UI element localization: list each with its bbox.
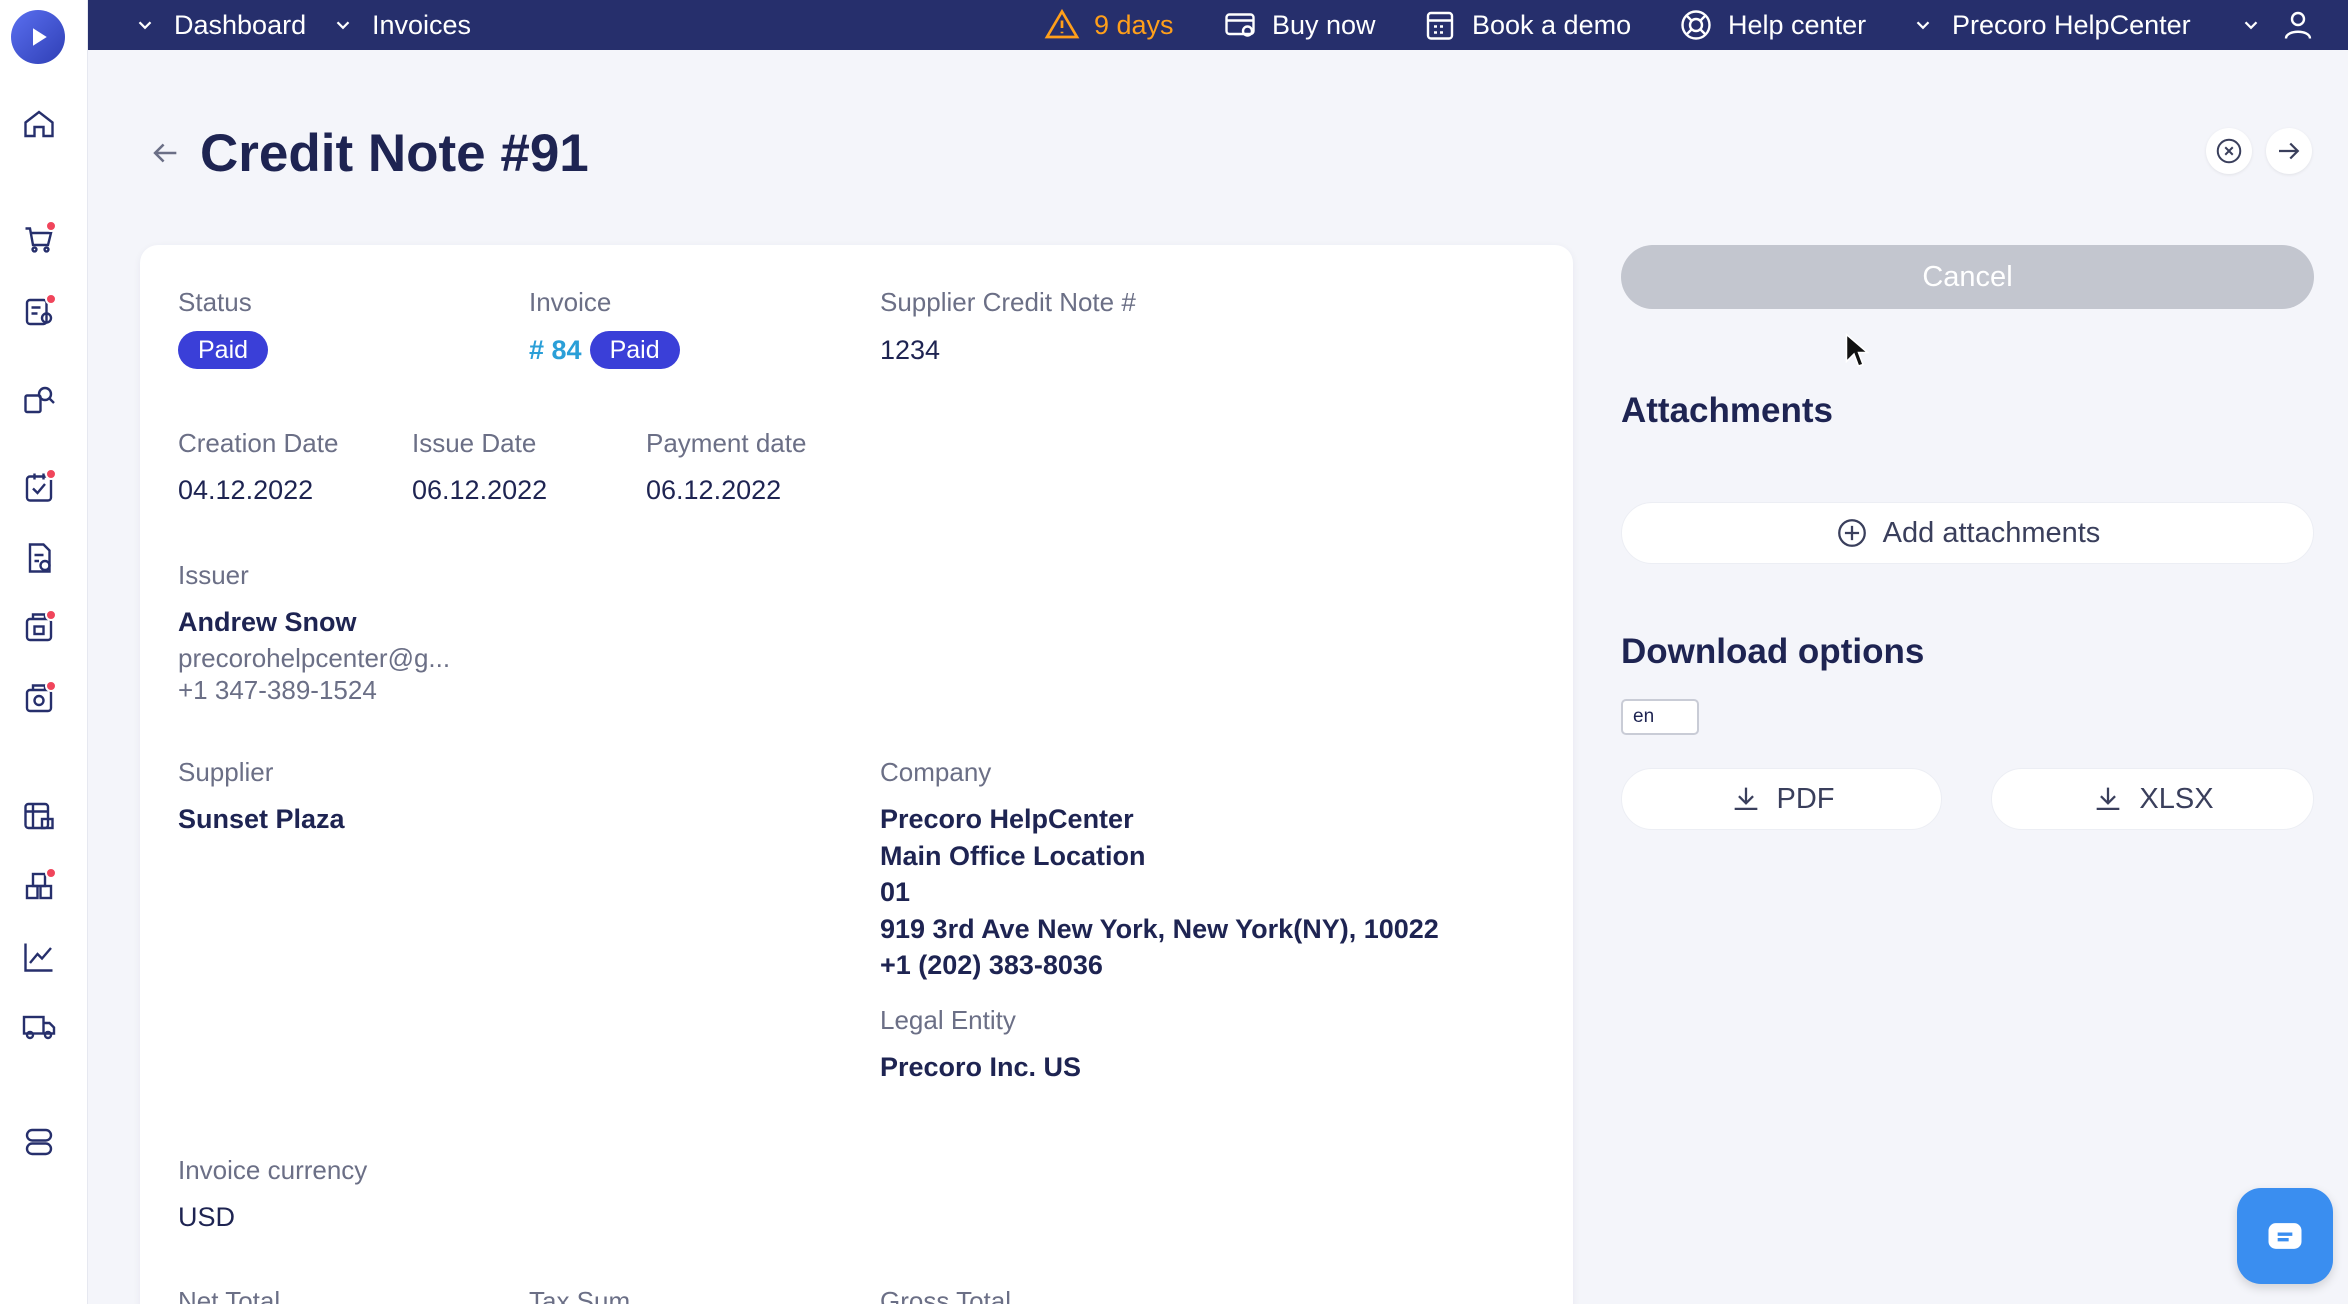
creation-date-value: 04.12.2022 xyxy=(178,475,314,505)
next-button[interactable] xyxy=(2266,128,2312,174)
download-icon xyxy=(1734,787,1757,811)
invoice-currency-label: Invoice currency xyxy=(178,1155,368,1185)
dashboard-menu[interactable]: Dashboard xyxy=(134,0,306,50)
gross-total-label: Gross Total xyxy=(880,1286,1012,1304)
chevron-down-icon xyxy=(138,21,152,30)
issuer-label: Issuer xyxy=(178,560,249,590)
receipts-icon[interactable] xyxy=(19,538,59,578)
precoro-logo[interactable] xyxy=(11,10,65,64)
net-total-label: Net Total xyxy=(178,1286,281,1304)
book-demo-button[interactable]: Book a demo xyxy=(1422,0,1631,50)
invoices-label: Invoices xyxy=(372,9,472,40)
help-center-label: Help center xyxy=(1728,9,1867,40)
inventory-icon[interactable] xyxy=(19,866,59,906)
analytics-icon[interactable] xyxy=(19,937,59,977)
company-location: Main Office Location xyxy=(880,841,1146,871)
pdf-label: PDF xyxy=(1776,782,1835,815)
dashboard-label: Dashboard xyxy=(174,9,307,40)
payments-icon[interactable] xyxy=(19,679,59,719)
legal-entity-label: Legal Entity xyxy=(880,1005,1016,1035)
page-header: Credit Note #91 xyxy=(148,118,589,188)
lifebuoy-icon xyxy=(1681,10,1711,40)
invoice-status-badge: Paid xyxy=(589,331,680,369)
buy-now-button[interactable]: Buy now xyxy=(1222,0,1376,50)
issue-date-label: Issue Date xyxy=(412,428,537,458)
supplier-credit-note-label: Supplier Credit Note # xyxy=(880,287,1136,317)
invoice-link[interactable]: # 84 xyxy=(529,335,582,366)
close-circle-icon xyxy=(2216,138,2242,164)
sidebar xyxy=(0,0,88,1304)
issuer-phone: +1 347-389-1524 xyxy=(178,675,377,705)
home-icon[interactable] xyxy=(19,104,59,144)
company-label: Company xyxy=(880,757,992,787)
payment-date-label: Payment date xyxy=(646,428,807,458)
user-icon xyxy=(2284,11,2312,39)
credit-note-details-card: Status Paid Invoice # 84 Paid Supplier C… xyxy=(140,245,1573,1304)
add-attachments-button[interactable]: Add attachments xyxy=(1621,502,2314,564)
language-select[interactable]: en xyxy=(1621,699,1699,735)
calendar-icon xyxy=(1426,11,1454,40)
xlsx-label: XLSX xyxy=(2139,782,2214,815)
integrations-icon[interactable] xyxy=(19,1122,59,1162)
budgets-icon[interactable] xyxy=(19,796,59,836)
tax-sum-label: Tax Sum xyxy=(529,1286,631,1304)
plus-circle-icon xyxy=(1837,519,1866,547)
suppliers-icon[interactable] xyxy=(19,380,59,420)
download-pdf-button[interactable]: PDF xyxy=(1621,768,1942,830)
issuer-name: Andrew Snow xyxy=(178,607,357,637)
trial-days-label: 9 days xyxy=(1094,9,1174,40)
buy-now-label: Buy now xyxy=(1272,9,1376,40)
supplier-label: Supplier xyxy=(178,757,274,787)
invoice-label: Invoice xyxy=(529,287,612,317)
status-badge: Paid xyxy=(178,331,269,369)
chevron-down-icon xyxy=(336,21,350,30)
company-label: Precoro HelpCenter xyxy=(1952,9,2191,40)
page-title: Credit Note #91 xyxy=(200,123,589,183)
chat-icon xyxy=(2268,1223,2302,1249)
company-location-code: 01 xyxy=(880,877,911,907)
approvals-icon[interactable] xyxy=(19,292,59,332)
invoices-menu[interactable]: Invoices xyxy=(332,0,471,50)
legal-entity-value: Precoro Inc. US xyxy=(880,1052,1082,1082)
user-menu[interactable] xyxy=(2240,0,2330,50)
warning-icon xyxy=(1044,8,1080,39)
mouse-cursor-icon xyxy=(1845,333,1869,367)
creation-date-label: Creation Date xyxy=(178,428,339,458)
invoices-icon[interactable] xyxy=(19,608,59,648)
trial-days-indicator[interactable]: 9 days xyxy=(1044,0,1174,50)
download-icon xyxy=(2097,787,2120,811)
supplier-credit-note-value: 1234 xyxy=(880,335,941,365)
company-phone: +1 (202) 383-8036 xyxy=(880,950,1103,980)
status-label: Status xyxy=(178,287,252,317)
add-attachments-label: Add attachments xyxy=(1882,516,2101,549)
attachments-heading: Attachments xyxy=(1621,391,1833,430)
card-icon xyxy=(1225,13,1255,37)
chevron-down-icon xyxy=(2244,21,2258,30)
purchase-orders-icon[interactable] xyxy=(19,467,59,507)
delivery-icon[interactable] xyxy=(19,1006,59,1046)
company-name: Precoro HelpCenter xyxy=(880,804,1134,834)
chevron-down-icon xyxy=(1916,21,1930,30)
back-arrow-icon[interactable] xyxy=(148,136,182,170)
cancel-button[interactable]: Cancel xyxy=(1621,245,2314,309)
issue-date-value: 06.12.2022 xyxy=(412,475,548,505)
company-switcher[interactable]: Precoro HelpCenter xyxy=(1912,0,2191,50)
arrow-right-icon xyxy=(2279,142,2300,160)
payment-date-value: 06.12.2022 xyxy=(646,475,782,505)
invoice-currency-value: USD xyxy=(178,1202,236,1232)
supplier-value: Sunset Plaza xyxy=(178,804,345,834)
download-options-heading: Download options xyxy=(1621,632,1925,671)
close-button[interactable] xyxy=(2206,128,2252,174)
company-address: 919 3rd Ave New York, New York(NY), 1002… xyxy=(880,914,1439,944)
top-navigation-bar: Dashboard Invoices 9 days Buy now Book a… xyxy=(88,0,2348,50)
download-xlsx-button[interactable]: XLSX xyxy=(1991,768,2314,830)
purchase-requisitions-icon[interactable] xyxy=(19,219,59,259)
chat-widget-button[interactable] xyxy=(2237,1188,2333,1284)
help-center-button[interactable]: Help center xyxy=(1678,0,1866,50)
issuer-email: precorohelpcenter@g... xyxy=(178,643,451,673)
book-demo-label: Book a demo xyxy=(1472,9,1632,40)
